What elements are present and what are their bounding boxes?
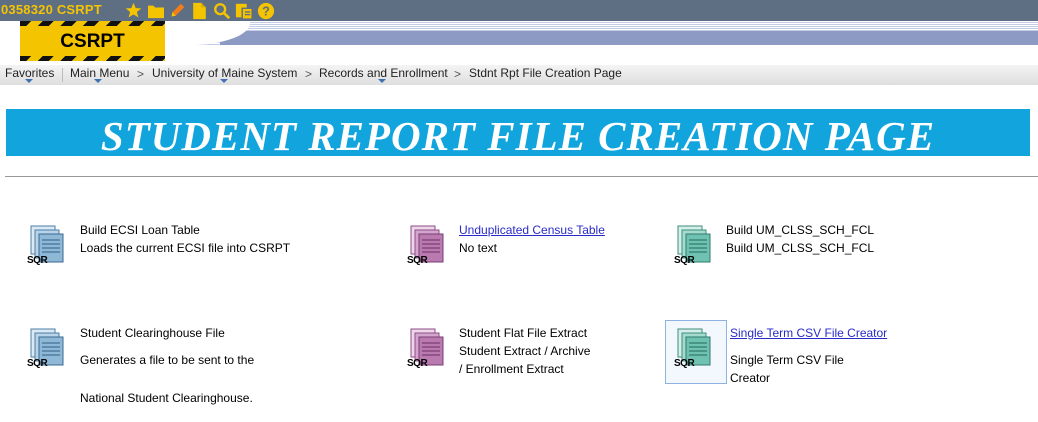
item-title: Build ECSI Loan Table [80,223,200,237]
environment-badge: CSRPT [20,21,165,61]
item-description: Creator [730,371,771,385]
item-description: / Enrollment Extract [459,362,564,376]
sqr-label: SQR [674,255,695,266]
sqr-label: SQR [407,358,428,369]
item-title: Student Flat File Extract [459,326,588,340]
svg-text:?: ? [262,4,270,18]
nav-main-menu[interactable]: Main Menu [70,66,129,80]
favorites-caret-icon[interactable] [25,79,33,83]
item-description: National Student Clearinghouse. [80,391,253,405]
nav-divider [62,68,63,82]
environment-name: CSRPT [60,31,125,52]
pencil-icon[interactable] [168,1,187,20]
search-icon[interactable] [212,1,231,20]
horizontal-divider [5,176,1038,177]
page-title-banner: STUDENT REPORT FILE CREATION PAGE [6,109,1030,159]
item-title: Build UM_CLSS_SCH_FCL [726,223,875,237]
top-bar: 0358320 CSRPT ? [0,0,1038,21]
navigation-bar: Favorites Main Menu > University of Main… [0,65,1038,85]
sqr-report-icon[interactable]: SQR [27,327,69,369]
unduplicated-census-link[interactable]: Unduplicated Census Table [459,223,605,237]
sqr-label: SQR [27,255,48,266]
folder-icon[interactable] [146,1,165,20]
sqr-report-icon[interactable]: SQR [407,327,449,369]
banner-band [220,31,1038,45]
document-icon[interactable] [190,1,209,20]
help-icon[interactable]: ? [256,1,275,20]
item-title: Student Clearinghouse File [80,326,225,340]
page-title: STUDENT REPORT FILE CREATION PAGE [100,113,936,159]
sqr-label: SQR [407,255,428,266]
sqr-report-icon[interactable]: SQR [674,224,716,266]
toolbar-icons: ? [124,1,275,20]
breadcrumb-current-page: Stdnt Rpt File Creation Page [469,66,622,80]
sqr-label: SQR [674,358,695,369]
main-menu-caret-icon[interactable] [94,79,102,83]
sqr-label: SQR [27,358,48,369]
sqr-report-icon[interactable]: SQR [674,327,716,369]
nav-favorites[interactable]: Favorites [5,66,54,80]
records-caret-icon[interactable] [378,79,386,83]
item-description: Loads the current ECSI file into CSRPT [80,241,291,255]
breadcrumb-separator: > [137,67,145,81]
item-description: Build UM_CLSS_SCH_FCL [726,241,875,255]
university-caret-icon[interactable] [220,79,228,83]
breadcrumb-university[interactable]: University of Maine System [152,66,297,80]
sqr-report-icon[interactable]: SQR [407,224,449,266]
session-label: 0358320 CSRPT [1,2,102,17]
item-description: Student Extract / Archive [459,344,591,358]
item-description: No text [459,241,498,255]
star-icon[interactable] [124,1,143,20]
item-description: Generates a file to be sent to the [80,353,255,367]
single-term-csv-link[interactable]: Single Term CSV File Creator [730,326,887,340]
report-icon[interactable] [234,1,253,20]
breadcrumb-records[interactable]: Records and Enrollment [319,66,448,80]
sqr-report-icon[interactable]: SQR [27,224,69,266]
breadcrumb-separator: > [305,67,313,81]
item-description: Single Term CSV File [730,353,844,367]
breadcrumb-separator: > [454,67,462,81]
